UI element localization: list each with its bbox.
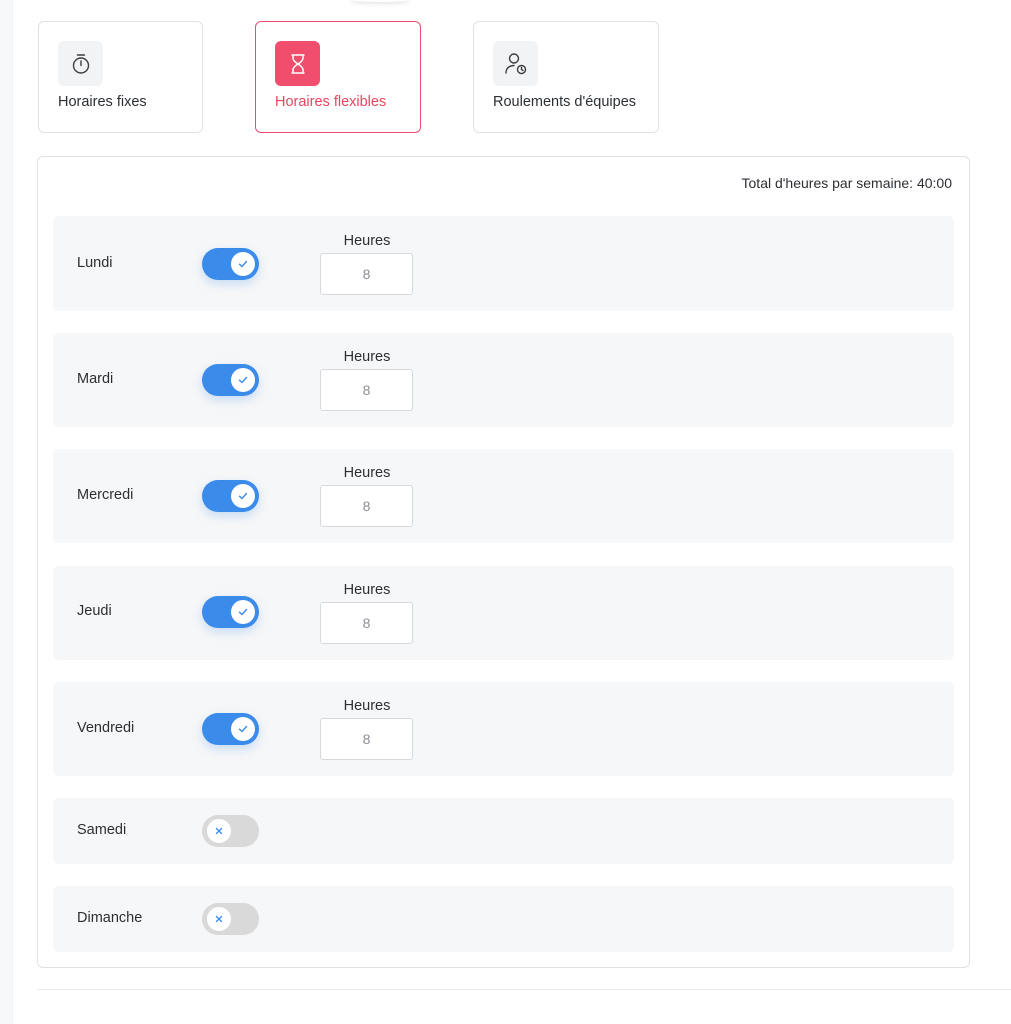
left-sidebar-edge	[0, 0, 13, 1024]
day-row-friday: Vendredi Heures	[53, 682, 954, 776]
hours-input[interactable]	[320, 602, 413, 644]
close-icon	[207, 819, 231, 843]
hours-input[interactable]	[320, 718, 413, 760]
hours-input[interactable]	[320, 253, 413, 295]
schedule-type-label: Roulements d'équipes	[493, 94, 637, 110]
day-row-tuesday: Mardi Heures	[53, 333, 954, 427]
hourglass-icon	[275, 41, 320, 86]
check-icon	[231, 600, 255, 624]
schedule-type-label: Horaires fixes	[58, 94, 147, 110]
schedule-type-flexible[interactable]: Horaires flexibles	[255, 21, 421, 133]
day-toggle[interactable]	[202, 903, 259, 935]
day-label: Samedi	[77, 822, 127, 838]
day-row-sunday: Dimanche	[53, 886, 954, 952]
day-toggle[interactable]	[202, 248, 259, 280]
day-toggle[interactable]	[202, 364, 259, 396]
check-icon	[231, 717, 255, 741]
check-icon	[231, 252, 255, 276]
check-icon	[231, 484, 255, 508]
hours-label: Heures	[343, 465, 391, 481]
section-divider	[37, 989, 1011, 990]
day-label: Mardi	[77, 371, 114, 387]
day-row-saturday: Samedi	[53, 798, 954, 864]
day-toggle[interactable]	[202, 596, 259, 628]
check-icon	[231, 368, 255, 392]
day-label: Dimanche	[77, 910, 143, 926]
day-label: Mercredi	[77, 487, 134, 503]
hours-input[interactable]	[320, 485, 413, 527]
schedule-type-shifts[interactable]: Roulements d'équipes	[473, 21, 659, 133]
hours-label: Heures	[343, 349, 391, 365]
day-row-thursday: Jeudi Heures	[53, 566, 954, 660]
day-label: Vendredi	[77, 720, 135, 736]
hours-label: Heures	[343, 233, 391, 249]
weekly-total-hours: Total d'heures par semaine: 40:00	[741, 175, 952, 191]
hours-label: Heures	[343, 698, 391, 714]
day-toggle[interactable]	[202, 815, 259, 847]
stopwatch-icon	[58, 41, 103, 86]
hours-label: Heures	[343, 582, 391, 598]
day-toggle[interactable]	[202, 480, 259, 512]
day-label: Jeudi	[77, 603, 112, 619]
top-element-shadow	[350, 0, 410, 2]
day-toggle[interactable]	[202, 713, 259, 745]
day-row-monday: Lundi Heures	[53, 216, 954, 311]
user-clock-icon	[493, 41, 538, 86]
day-label: Lundi	[77, 255, 113, 271]
day-row-wednesday: Mercredi Heures	[53, 449, 954, 543]
schedule-type-label: Horaires flexibles	[275, 94, 387, 110]
weekly-hours-panel: Total d'heures par semaine: 40:00 Lundi …	[37, 156, 970, 968]
close-icon	[207, 907, 231, 931]
hours-input[interactable]	[320, 369, 413, 411]
schedule-type-fixed[interactable]: Horaires fixes	[38, 21, 203, 133]
